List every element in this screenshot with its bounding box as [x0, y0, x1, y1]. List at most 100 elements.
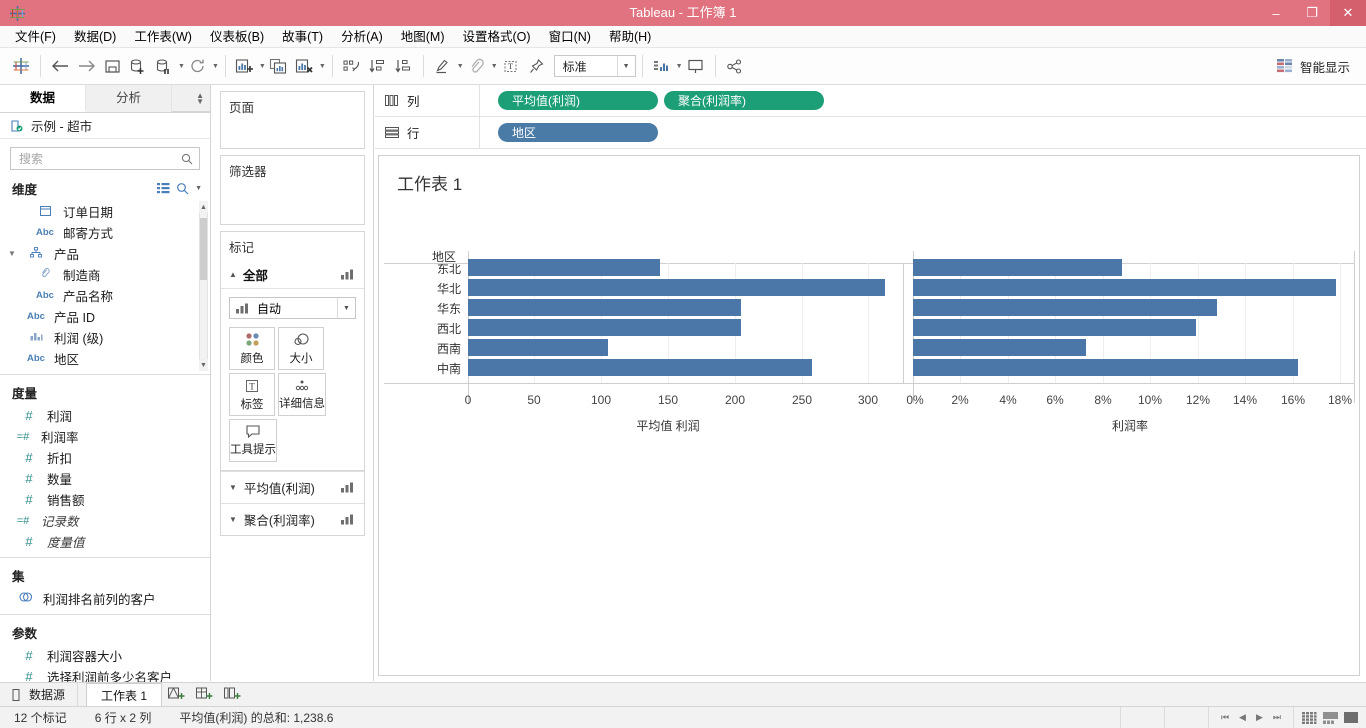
bar-profit-ratio-2[interactable]	[913, 299, 1217, 316]
columns-shelf[interactable]: 列 平均值(利润) 聚合(利润率)	[375, 84, 1366, 117]
clear-sheet-icon[interactable]	[292, 52, 318, 80]
chevron-down-icon[interactable]: ▼	[229, 483, 237, 492]
share-icon[interactable]	[722, 52, 748, 80]
search-input[interactable]: 搜索	[10, 147, 200, 170]
field-profit[interactable]: # 利润	[0, 405, 210, 426]
tab-data[interactable]: 数据	[0, 85, 86, 112]
chart-canvas[interactable]: 地区 东北 华北 华东 西北 西南 中南 0 50 100 150 200 25…	[379, 195, 1359, 714]
field-discount[interactable]: # 折扣	[0, 447, 210, 468]
sort-ascending-icon[interactable]	[365, 52, 391, 80]
dimensions-scroll-up-icon[interactable]: ▲	[199, 201, 208, 213]
save-icon[interactable]	[99, 52, 125, 80]
close-button[interactable]: ✕	[1330, 0, 1366, 26]
show-me-button[interactable]: 智能显示	[1271, 52, 1356, 80]
field-profit-bin-size[interactable]: # 利润容器大小	[0, 645, 210, 666]
highlight-dropdown-icon[interactable]: ▼	[457, 63, 464, 70]
menu-format[interactable]: 设置格式(O)	[454, 26, 540, 48]
fit-icon-dropdown[interactable]: ▼	[676, 63, 683, 70]
field-profit-bin[interactable]: 利润 (级)	[0, 327, 210, 348]
show-mark-labels-icon[interactable]: T	[498, 52, 524, 80]
field-ship-mode[interactable]: Abc 邮寄方式	[0, 222, 210, 243]
dimensions-scrollbar[interactable]	[199, 201, 208, 371]
tab-sheet-1[interactable]: 工作表 1	[86, 683, 163, 706]
presentation-pin-icon[interactable]	[524, 52, 550, 80]
bar-avg-profit-0[interactable]	[468, 259, 660, 276]
duplicate-sheet-icon[interactable]	[266, 52, 292, 80]
bar-profit-ratio-0[interactable]	[913, 259, 1122, 276]
data-source-item[interactable]: 示例 - 超市	[0, 113, 210, 139]
maximize-button[interactable]: ❐	[1294, 0, 1330, 26]
chevron-down-icon[interactable]: ▼	[229, 515, 237, 524]
swap-rows-columns-icon[interactable]	[339, 52, 365, 80]
pages-card[interactable]: 页面	[220, 91, 365, 149]
marks-all-header[interactable]: ▲ 全部	[221, 260, 364, 289]
chevron-up-icon[interactable]: ▲	[229, 270, 237, 279]
bar-avg-profit-3[interactable]	[468, 319, 741, 336]
bar-profit-ratio-1[interactable]	[913, 279, 1336, 296]
presentation-mode-icon[interactable]	[683, 52, 709, 80]
pill-avg-profit[interactable]: 平均值(利润)	[498, 91, 658, 110]
fit-select[interactable]: 标准 ▼	[553, 55, 636, 77]
pill-region[interactable]: 地区	[498, 123, 658, 142]
menu-map[interactable]: 地图(M)	[392, 26, 454, 48]
dimensions-scroll-thumb[interactable]	[200, 218, 207, 280]
sort-descending-icon[interactable]	[391, 52, 417, 80]
worksheet-view[interactable]: 工作表 1 地区 东北 华北 华东 西北 西南 中南 0 50 100 150 …	[378, 155, 1360, 676]
fit-icon[interactable]	[649, 52, 675, 80]
new-worksheet-icon[interactable]	[232, 52, 258, 80]
field-region[interactable]: Abc 地区	[0, 348, 210, 369]
bar-avg-profit-5[interactable]	[468, 359, 812, 376]
group-by-folder-icon[interactable]	[157, 183, 170, 194]
pause-refresh-icon[interactable]	[151, 52, 177, 80]
field-top-customers-set[interactable]: 利润排名前列的客户	[0, 588, 210, 609]
pause-refresh-dropdown-icon[interactable]: ▼	[178, 63, 185, 70]
marks-size-button[interactable]: 大小	[278, 327, 324, 370]
nav-prev-icon[interactable]: ◀	[1239, 712, 1246, 723]
menu-help[interactable]: 帮助(H)	[600, 26, 660, 48]
menu-file[interactable]: 文件(F)	[6, 26, 65, 48]
marks-detail-button[interactable]: 详细信息	[278, 373, 326, 416]
field-product-id[interactable]: Abc 产品 ID	[0, 306, 210, 327]
field-number-of-records[interactable]: =# 记录数	[0, 510, 210, 531]
field-quantity[interactable]: # 数量	[0, 468, 210, 489]
mark-type-select[interactable]: 自动 ▼	[229, 297, 356, 319]
dimensions-menu-icon[interactable]: ▼	[195, 185, 202, 192]
new-worksheet-dropdown-icon[interactable]: ▼	[259, 63, 266, 70]
field-measure-values[interactable]: # 度量值	[0, 531, 210, 552]
new-data-source-icon[interactable]	[125, 52, 151, 80]
tab-analytics[interactable]: 分析	[86, 85, 172, 112]
bar-profit-ratio-5[interactable]	[913, 359, 1298, 376]
measure-shelf-avg-profit[interactable]: ▼ 平均值(利润)	[221, 471, 364, 503]
rows-shelf[interactable]: 行 地区	[375, 116, 1366, 149]
tab-data-source[interactable]: 数据源	[0, 682, 79, 707]
field-profit-ratio[interactable]: =# 利润率	[0, 426, 210, 447]
menu-worksheet[interactable]: 工作表(W)	[125, 26, 201, 48]
single-view-icon[interactable]	[1344, 712, 1358, 723]
columns-shelf-drop[interactable]: 平均值(利润) 聚合(利润率)	[480, 85, 1366, 117]
group-dropdown-icon[interactable]: ▼	[491, 63, 498, 70]
highlight-icon[interactable]	[430, 52, 456, 80]
pill-agg-profit-ratio[interactable]: 聚合(利润率)	[664, 91, 824, 110]
group-members-icon[interactable]	[464, 52, 490, 80]
marks-label-button[interactable]: T 标签	[229, 373, 275, 416]
forward-arrow-icon[interactable]	[73, 52, 99, 80]
chevron-down-icon[interactable]: ▼	[337, 298, 355, 318]
field-manufacturer[interactable]: 制造商	[0, 264, 210, 285]
pane-resize-icon[interactable]: ▲ ▼	[196, 92, 204, 106]
new-story-tab-icon[interactable]	[218, 683, 246, 707]
menu-data[interactable]: 数据(D)	[65, 26, 125, 48]
measure-shelf-agg-profit-ratio[interactable]: ▼ 聚合(利润率)	[221, 503, 364, 535]
menu-story[interactable]: 故事(T)	[273, 26, 332, 48]
minimize-button[interactable]: –	[1258, 0, 1294, 26]
new-dashboard-tab-icon[interactable]	[190, 683, 218, 707]
field-order-date[interactable]: 订单日期	[0, 201, 210, 222]
nav-first-icon[interactable]: ⏮	[1221, 712, 1229, 723]
field-product-name[interactable]: Abc 产品名称	[0, 285, 210, 306]
nav-last-icon[interactable]: ⏭	[1273, 712, 1281, 723]
rows-shelf-drop[interactable]: 地区	[480, 117, 1366, 149]
new-worksheet-tab-icon[interactable]	[162, 683, 190, 707]
bar-avg-profit-4[interactable]	[468, 339, 608, 356]
back-arrow-icon[interactable]	[47, 52, 73, 80]
bar-avg-profit-1[interactable]	[468, 279, 885, 296]
bar-avg-profit-2[interactable]	[468, 299, 741, 316]
